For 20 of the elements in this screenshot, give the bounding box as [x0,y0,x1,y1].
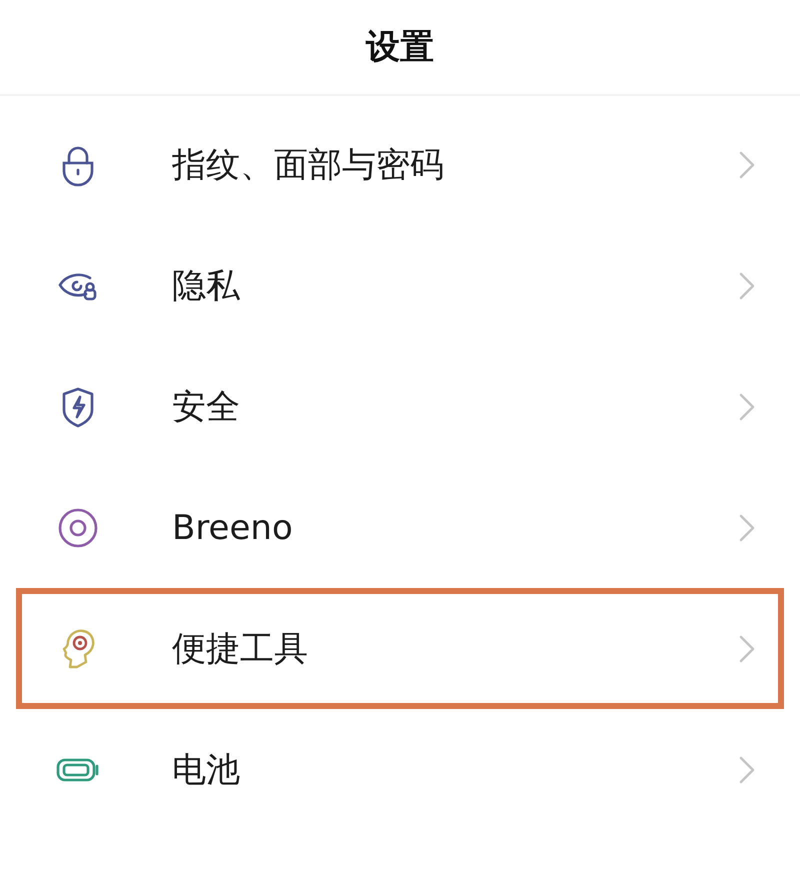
settings-item[interactable]: 安全 [16,346,784,467]
item-label: 便捷工具 [172,628,309,670]
page-title: 设置 [366,26,434,69]
item-label: 安全 [172,386,241,428]
item-label: 隐私 [172,264,241,308]
chevron-right-icon [738,392,756,422]
item-label: 指纹、面部与密码 [172,144,445,186]
settings-item[interactable]: 隐私 [16,225,784,346]
item-label: 电池 [172,748,241,792]
ring-icon [56,506,100,550]
chevron-right-icon [738,754,756,784]
chevron-right-icon [738,150,756,180]
chevron-right-icon [738,634,756,664]
chevron-right-icon [738,270,756,300]
item-label: Breeno [172,508,294,548]
chevron-right-icon [738,512,756,542]
settings-item[interactable]: 指纹、面部与密码 [16,104,784,225]
settings-item[interactable]: Breeno [16,467,784,588]
settings-item[interactable]: 电池 [16,709,784,830]
highlighted-settings-item[interactable]: 便捷工具 [16,588,784,709]
